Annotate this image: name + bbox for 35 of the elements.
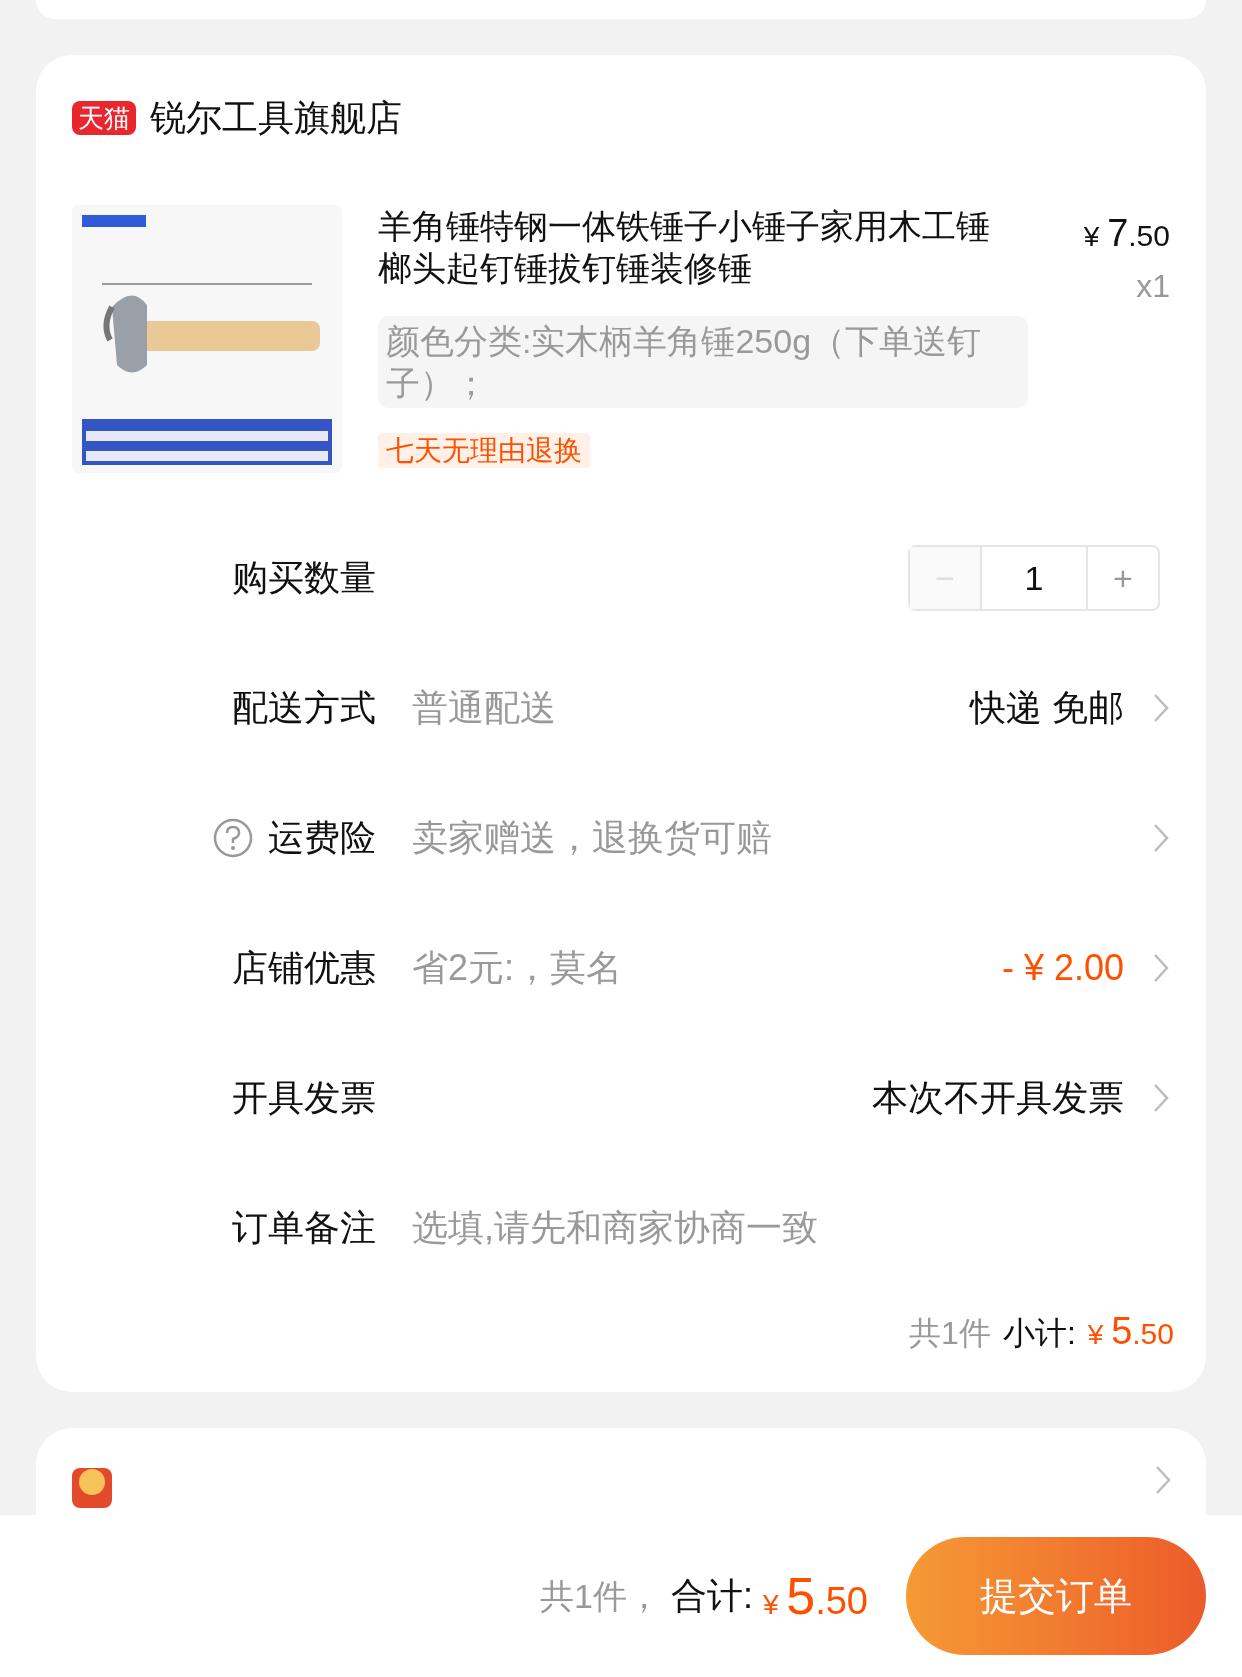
quantity-text: x1 [1136,267,1170,306]
plus-button[interactable]: + [1086,547,1158,609]
row-label: 运费险 [268,816,376,860]
note-field[interactable]: 选填,请先和商家协商一致 [412,1201,1152,1255]
subtotal-price: ¥ 5.50 [1087,1309,1174,1354]
row-value: 普通配送 [412,686,556,730]
chevron-right-icon [1152,692,1170,724]
row-value: 卖家赠送，退换货可赔 [412,816,772,860]
return-tag: 七天无理由退换 [378,433,590,468]
chevron-right-icon [1152,1082,1170,1114]
product-title: 羊角锤特钢一体铁锤子小锤子家用木工锤榔头起钉锤拔钉锤装修锤 [378,206,991,289]
row-value: 省2元:，莫名 [412,946,623,990]
store-name[interactable]: 锐尔工具旗舰店 [150,91,402,145]
total-count: 共1件， [539,1575,661,1617]
row-detail: 本次不开具发票 [872,1077,1124,1118]
quantity-value[interactable]: 1 [982,547,1086,609]
discount-amount: - ¥ 2.00 [1001,947,1124,988]
total-label: 合计: [670,1574,753,1618]
subtotal-label: 小计: [1002,1314,1076,1353]
item-count: 共1件 [909,1314,991,1353]
row-label: 店铺优惠 [232,946,376,990]
chevron-right-icon [1154,1464,1172,1496]
chevron-right-icon [1152,952,1170,984]
store-badge: 天猫 [72,101,136,135]
row-label: 开具发票 [232,1076,376,1120]
chevron-right-icon [1152,822,1170,854]
row-label: 购买数量 [232,556,376,600]
product-price: ¥ 7.50 [1083,211,1170,256]
row-label: 配送方式 [232,686,376,730]
row-detail: 快递 免邮 [970,687,1124,728]
row-label: 订单备注 [232,1206,376,1250]
help-icon [212,817,254,859]
variant-text: 颜色分类:实木柄羊角锤250g（下单送钉子）； [378,316,1028,408]
total-price: ¥5.50 [762,1566,868,1627]
submit-order-button[interactable]: 提交订单 [906,1537,1206,1655]
